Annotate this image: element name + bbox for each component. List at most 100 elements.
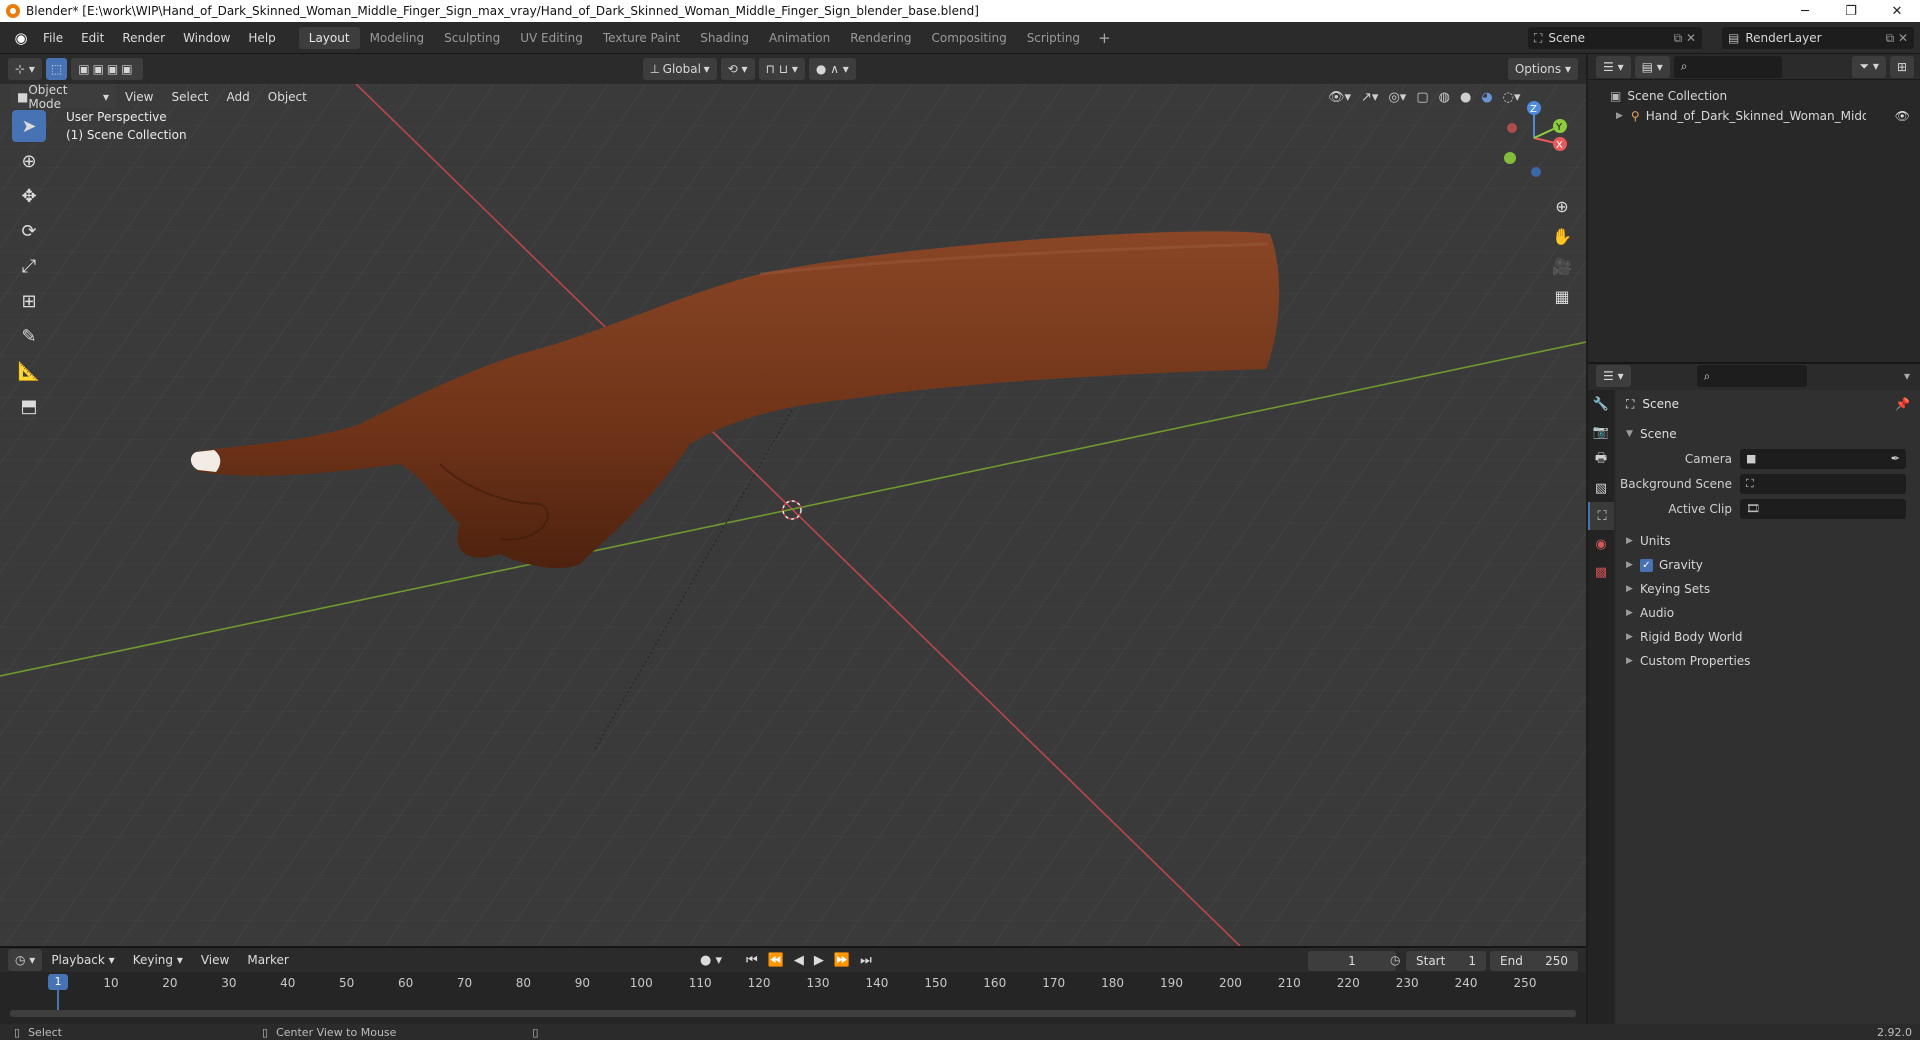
timeline-editor-type-button[interactable]: ◷ ▾ — [8, 949, 43, 971]
play-reverse-icon[interactable]: ◀ — [794, 953, 804, 968]
rotate-tool-icon[interactable]: ⟳ — [12, 215, 46, 247]
tab-uv-editing[interactable]: UV Editing — [510, 27, 593, 49]
jump-start-icon[interactable]: ⏮ — [746, 953, 758, 968]
display-mode-button[interactable]: ▤ ▾ — [1634, 55, 1670, 78]
pivot-point-icon[interactable]: ⟲ ▾ — [720, 58, 755, 80]
measure-tool-icon[interactable]: 📐 — [12, 355, 46, 387]
add-cube-tool-icon[interactable]: ⬒ — [12, 390, 46, 422]
end-frame-field[interactable]: End 250 — [1490, 951, 1578, 971]
current-frame-field[interactable]: 1 — [1308, 951, 1396, 971]
select-box-tool-icon[interactable]: ⬚ — [45, 58, 68, 80]
expand-arrow-icon[interactable]: ▶ — [1616, 111, 1623, 121]
scene-collection-row[interactable]: ▣ Scene Collection — [1588, 86, 1920, 106]
shading-material-icon[interactable]: ◕ — [1481, 90, 1492, 105]
scene-tab-icon[interactable]: ⛶ — [1588, 502, 1614, 530]
timeline-menu-view[interactable]: View — [192, 949, 238, 971]
shading-rendered-icon[interactable]: ◌▾ — [1503, 90, 1521, 105]
outliner[interactable]: ▣ Scene Collection ▶ ⚲ Hand_of_Dark_Skin… — [1588, 80, 1920, 362]
timeline-menu-keying[interactable]: Keying ▾ — [124, 949, 192, 971]
menu-edit[interactable]: Edit — [72, 27, 113, 49]
units-panel[interactable]: ▶ Units — [1616, 529, 1920, 553]
3d-viewport[interactable]: Z X Y — [0, 84, 1586, 946]
keying-sets-panel[interactable]: ▶ Keying Sets — [1616, 577, 1920, 601]
snap-icon[interactable]: ⊓ ⊔ ▾ — [758, 58, 805, 80]
world-tab-icon[interactable]: ◉ — [1588, 530, 1614, 558]
next-keyframe-icon[interactable]: ⏩ — [834, 953, 850, 968]
ortho-grid-icon[interactable]: ▦ — [1548, 282, 1576, 310]
scene-selector[interactable]: ⛶ Scene ⧉ ✕ — [1528, 27, 1702, 49]
play-icon[interactable]: ▶ — [814, 953, 824, 968]
tab-sculpting[interactable]: Sculpting — [434, 27, 510, 49]
options-button[interactable]: Options ▾ — [1507, 58, 1578, 80]
gravity-panel[interactable]: ▶ ✓ Gravity — [1616, 553, 1920, 577]
record-icon[interactable]: ● ▾ — [700, 953, 722, 968]
close-button[interactable]: ✕ — [1874, 0, 1920, 22]
visibility-icon[interactable]: 👁▾ — [1328, 90, 1351, 105]
texture-tab-icon[interactable]: ▩ — [1588, 558, 1614, 586]
timeline-area[interactable]: 1 10 20 30 40 50 60 70 80 90 100 110 120 130 140 150 160… — [0, 972, 1586, 1024]
properties-editor-type-button[interactable]: ☰ ▾ — [1596, 365, 1631, 387]
tool-tab-icon[interactable]: 🔧 — [1588, 390, 1614, 418]
camera-field[interactable]: ■ ✒ — [1740, 448, 1906, 469]
properties-search-icon[interactable]: ⌕ — [1696, 365, 1807, 387]
add-workspace-button[interactable]: + — [1090, 29, 1119, 47]
timeline-playhead[interactable]: 1 — [48, 974, 68, 990]
menu-help[interactable]: Help — [239, 27, 284, 49]
clock-icon[interactable]: ◷ — [1390, 953, 1400, 967]
menu-window[interactable]: Window — [174, 27, 239, 49]
tab-animation[interactable]: Animation — [759, 27, 840, 49]
xray-icon[interactable]: ▢ — [1416, 90, 1428, 105]
menu-render[interactable]: Render — [113, 27, 174, 49]
zoom-icon[interactable]: ⊕ — [1548, 192, 1576, 220]
render-layer-selector[interactable]: ▤ RenderLayer ⧉ ✕ — [1722, 27, 1914, 49]
tab-compositing[interactable]: Compositing — [921, 27, 1016, 49]
start-frame-field[interactable]: Start 1 — [1406, 951, 1486, 971]
proportional-editing-icon[interactable]: ● ∧ ▾ — [808, 58, 856, 80]
rigid-body-world-panel[interactable]: ▶ Rigid Body World — [1616, 625, 1920, 649]
vp-menu-object[interactable]: Object — [259, 86, 316, 108]
select-tool-icon[interactable]: ➤ — [12, 110, 46, 142]
vp-menu-select[interactable]: Select — [162, 86, 217, 108]
tab-layout[interactable]: Layout — [298, 26, 360, 49]
new-collection-icon[interactable]: ⊞ — [1889, 55, 1914, 78]
outliner-editor-type-button[interactable]: ☰ ▾ — [1596, 55, 1631, 78]
outliner-search-icon[interactable]: ⌕ — [1673, 55, 1782, 78]
timeline-menu-playback[interactable]: Playback ▾ — [42, 949, 123, 971]
vp-menu-view[interactable]: View — [116, 86, 162, 108]
background-scene-field[interactable]: ⛶ — [1740, 473, 1906, 494]
scene-panel-header[interactable]: ▼ Scene — [1616, 422, 1920, 446]
output-tab-icon[interactable]: 🖶 — [1588, 446, 1614, 474]
move-tool-icon[interactable]: ✥ — [12, 180, 46, 212]
annotate-tool-icon[interactable]: ✎ — [12, 320, 46, 352]
custom-properties-panel[interactable]: ▶ Custom Properties — [1616, 649, 1920, 673]
gravity-checkbox[interactable]: ✓ — [1640, 558, 1653, 572]
tab-modeling[interactable]: Modeling — [360, 27, 435, 49]
scene-new-icon[interactable]: ⧉ ✕ — [1674, 31, 1702, 46]
tab-scripting[interactable]: Scripting — [1017, 27, 1090, 49]
mode-select[interactable]: ■ Object Mode ▾ — [10, 83, 116, 111]
chevron-down-icon[interactable]: ▾ — [1904, 369, 1910, 383]
editor-type-button[interactable]: ⊹ ▾ — [8, 58, 42, 80]
minimize-button[interactable]: ─ — [1782, 0, 1828, 22]
selection-mode-buttons[interactable]: ▣▣▣▣ — [71, 58, 143, 80]
blender-menu-icon[interactable]: ◉ — [8, 28, 34, 48]
tab-rendering[interactable]: Rendering — [840, 27, 921, 49]
pan-hand-icon[interactable]: ✋ — [1548, 222, 1576, 250]
render-tab-icon[interactable]: 📷 — [1588, 418, 1614, 446]
tab-texture-paint[interactable]: Texture Paint — [593, 27, 690, 49]
visibility-eye-icon[interactable]: 👁 — [1895, 109, 1910, 123]
shading-wireframe-icon[interactable]: ◍ — [1439, 90, 1450, 105]
render-layer-new-icon[interactable]: ⧉ ✕ — [1886, 31, 1914, 46]
jump-end-icon[interactable]: ⏭ — [860, 953, 872, 968]
overlay-toggle-icon[interactable]: ◎▾ — [1388, 90, 1406, 105]
outliner-object-row[interactable]: ▶ ⚲ Hand_of_Dark_Skinned_Woman_Middle_Fi… — [1588, 106, 1920, 126]
maximize-button[interactable]: ❐ — [1828, 0, 1874, 22]
eyedropper-icon[interactable]: ✒ — [1891, 452, 1900, 465]
scale-tool-icon[interactable]: ⤢ — [12, 250, 46, 282]
menu-file[interactable]: File — [34, 27, 72, 49]
transform-orientation-select[interactable]: ⊥ Global ▾ — [642, 58, 717, 80]
cursor-tool-icon[interactable]: ⊕ — [12, 145, 46, 177]
pin-icon[interactable]: 📌 — [1895, 397, 1910, 411]
filter-icon[interactable]: ⏷ ▾ — [1852, 55, 1886, 78]
audio-panel[interactable]: ▶ Audio — [1616, 601, 1920, 625]
